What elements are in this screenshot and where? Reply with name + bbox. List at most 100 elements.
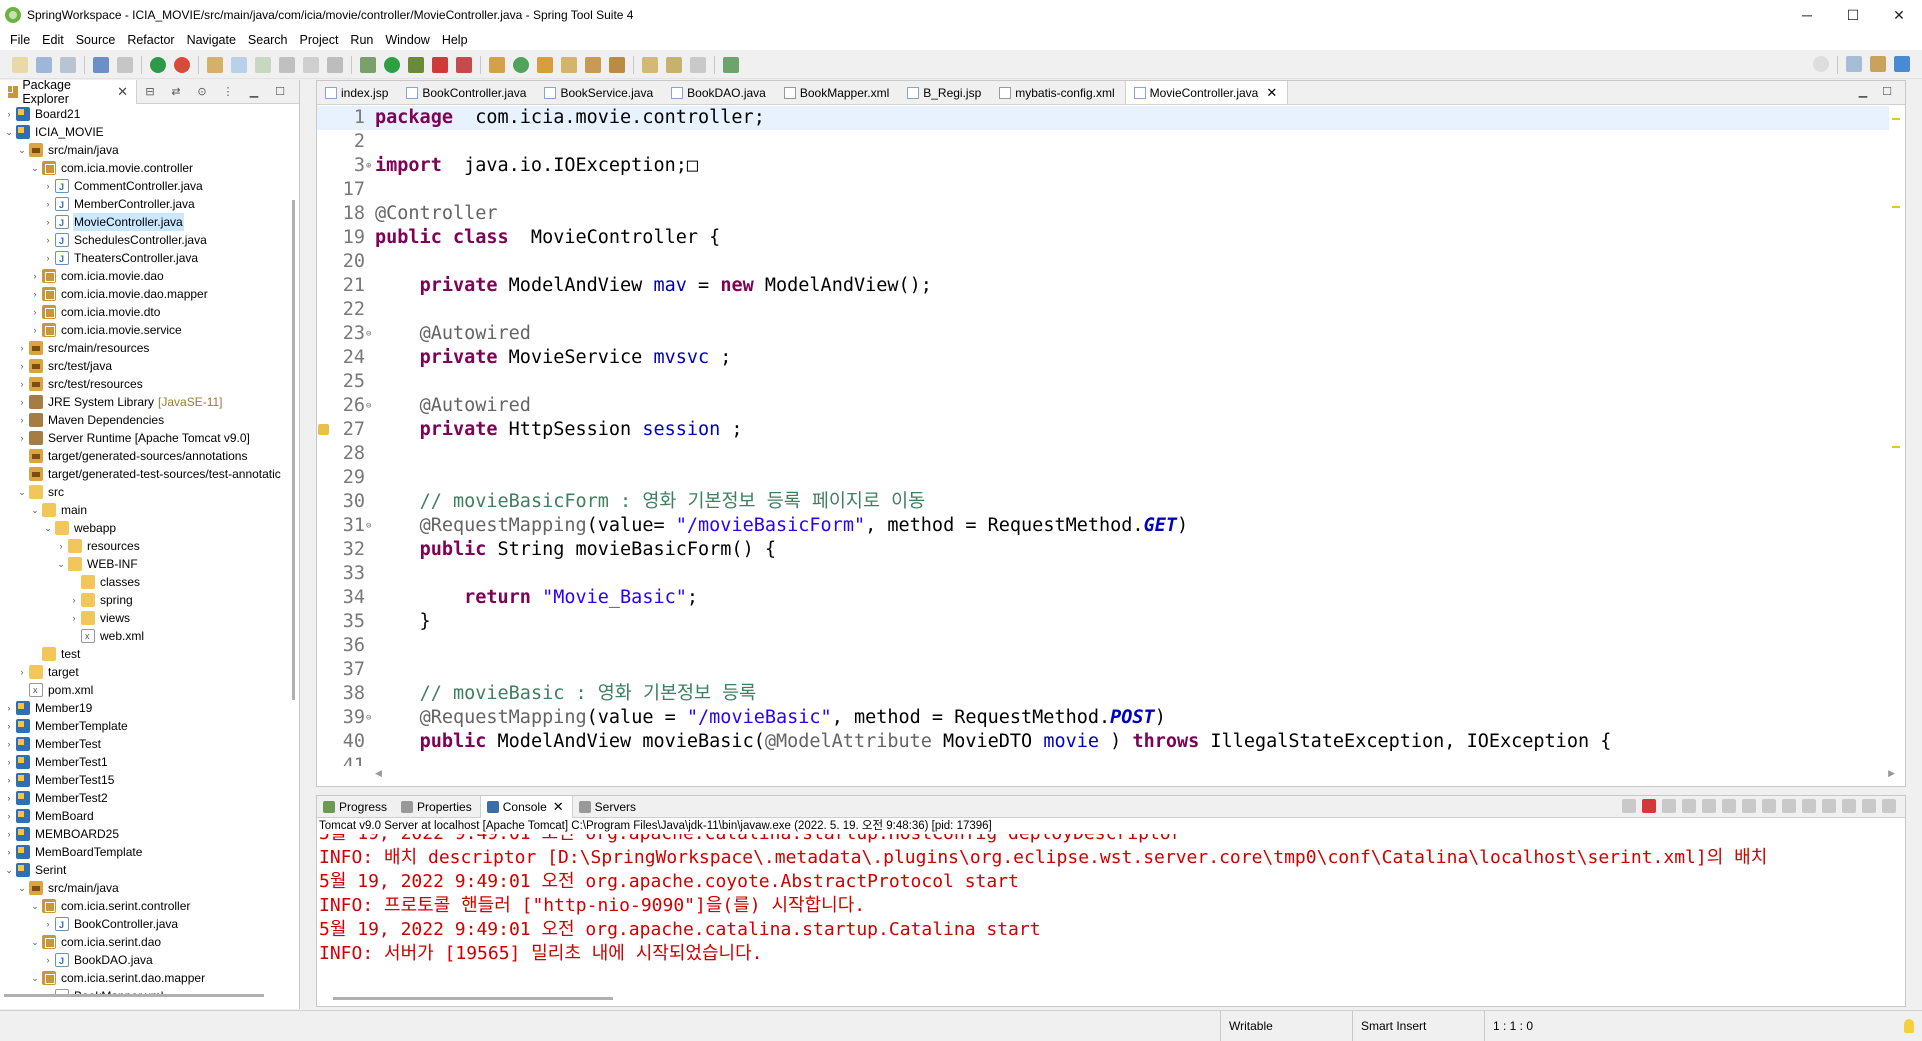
menu-search[interactable]: Search [242,33,294,47]
collapse-arrow-icon[interactable]: ⌄ [28,933,42,951]
terminate-icon[interactable] [1642,799,1656,813]
menu-project[interactable]: Project [294,33,345,47]
editor-tab[interactable]: BookService.java [536,81,663,104]
close-icon[interactable]: ✕ [117,84,128,100]
scroll-right-icon[interactable]: ▶ [1888,768,1895,779]
close-icon[interactable]: ✕ [1266,85,1277,101]
tree-item[interactable]: › MemberTemplate [0,717,298,735]
expand-arrow-icon[interactable]: › [41,951,55,969]
collapse-fold-icon[interactable]: ⊖ [366,322,371,346]
collapse-arrow-icon[interactable]: ⌄ [28,897,42,915]
expand-arrow-icon[interactable]: › [28,267,42,285]
editor-tab[interactable]: B_Regi.jsp [899,81,991,104]
forward-icon[interactable] [690,56,706,73]
package-explorer-horizontal-scrollbar[interactable] [4,994,264,997]
collapse-arrow-icon[interactable]: ⌄ [54,555,68,573]
open-console-dropdown-icon[interactable] [1802,799,1816,813]
skip-breakpoints-icon[interactable] [117,56,133,73]
menu-source[interactable]: Source [70,33,122,47]
collapse-arrow-icon[interactable]: ⌄ [15,483,29,501]
menu-navigate[interactable]: Navigate [181,33,242,47]
maximize-view-icon[interactable]: ☐ [272,85,288,99]
tree-item[interactable]: ⌄ src/main/java [0,879,298,897]
show-console-on-error-icon[interactable] [1782,799,1796,813]
tree-item[interactable]: › com.icia.movie.dto [0,303,298,321]
tree-item[interactable]: ⌄ webapp [0,519,298,537]
maximize-button[interactable]: ☐ [1830,0,1876,30]
expand-arrow-icon[interactable]: › [2,105,16,123]
collapse-arrow-icon[interactable]: ⌄ [28,969,42,987]
editor-tab[interactable]: index.jsp [317,81,398,104]
expand-arrow-icon[interactable]: › [15,339,29,357]
tab-package-explorer[interactable]: Package Explorer ✕ [0,80,137,106]
collapse-all-icon[interactable]: ⊟ [142,85,158,99]
expand-arrow-icon[interactable]: › [2,825,16,843]
collapse-arrow-icon[interactable]: ⌄ [2,123,16,141]
tree-item[interactable]: ⌄ src [0,483,298,501]
tree-item[interactable]: › MemberTest [0,735,298,753]
collapse-arrow-icon[interactable]: ⌄ [41,519,55,537]
editor-horizontal-scrollbar[interactable]: ◀ ▶ [375,768,1895,778]
collapse-arrow-icon[interactable]: ⌄ [15,141,29,159]
expand-arrow-icon[interactable]: › [2,699,16,717]
new-java-package-icon[interactable] [489,56,505,73]
open-type-icon[interactable] [537,56,553,73]
pin-editor-icon[interactable] [723,56,739,73]
new-icon[interactable] [12,56,28,73]
collapse-fold-icon[interactable]: ⊖ [366,394,371,418]
editor-tab[interactable]: BookDAO.java [663,81,776,104]
console-view-tab[interactable]: Progress [317,796,395,818]
expand-arrow-icon[interactable]: › [28,285,42,303]
tree-item[interactable]: › MemBoardTemplate [0,843,298,861]
overview-marker[interactable] [1892,206,1900,208]
pin-console-icon[interactable] [1622,799,1636,813]
open-console-icon[interactable] [93,56,109,73]
expand-arrow-icon[interactable]: › [41,177,55,195]
tree-item[interactable]: › Member19 [0,699,298,717]
editor-tab[interactable]: BookController.java [398,81,536,104]
expand-arrow-icon[interactable]: › [2,843,16,861]
expand-arrow-icon[interactable]: › [67,609,81,627]
remove-launch-icon[interactable] [1662,799,1676,813]
collapse-arrow-icon[interactable]: ⌄ [28,501,42,519]
tree-item[interactable]: › TheatersController.java [0,249,298,268]
search-icon[interactable] [1813,56,1829,72]
expand-fold-icon[interactable]: ⊕ [366,154,371,178]
tree-item[interactable]: › MovieController.java [0,213,298,232]
save-all-icon[interactable] [60,56,76,73]
tree-item[interactable]: › Server Runtime [Apache Tomcat v9.0] [0,429,298,447]
expand-arrow-icon[interactable]: › [15,357,29,375]
console-view-tab[interactable]: Servers [573,796,644,818]
tree-item[interactable]: ⌄ WEB-INF [0,555,298,573]
show-whitespace-icon[interactable] [279,56,295,73]
debug-icon[interactable] [360,56,376,73]
expand-arrow-icon[interactable]: › [2,789,16,807]
minimize-editor-icon[interactable]: ▁ [1855,85,1871,98]
word-wrap-icon[interactable] [1742,799,1756,813]
package-explorer-vertical-scrollbar[interactable] [292,200,295,700]
expand-arrow-icon[interactable]: › [2,753,16,771]
tree-item[interactable]: › BookDAO.java [0,951,298,970]
expand-arrow-icon[interactable]: › [54,537,68,555]
display-selected-console-icon[interactable] [1822,799,1836,813]
new-java-project-icon[interactable] [207,56,223,73]
open-perspective-icon[interactable] [1846,56,1862,72]
remove-all-icon[interactable] [1682,799,1696,813]
coverage-icon[interactable] [408,56,424,73]
scroll-left-icon[interactable]: ◀ [375,768,382,779]
expand-arrow-icon[interactable]: › [15,393,29,411]
save-icon[interactable] [36,56,52,73]
expand-arrow-icon[interactable]: › [15,429,29,447]
scroll-lock-icon[interactable] [1722,799,1736,813]
tree-item[interactable]: › views [0,609,298,627]
expand-arrow-icon[interactable]: › [2,735,16,753]
expand-arrow-icon[interactable]: › [41,249,55,267]
expand-arrow-icon[interactable]: › [67,591,81,609]
tree-item[interactable]: › com.icia.movie.dao.mapper [0,285,298,303]
clear-console-icon[interactable] [1702,799,1716,813]
close-window-button[interactable]: ✕ [1876,0,1922,30]
java-ee-perspective-icon[interactable] [1870,56,1886,72]
new-java-class-icon[interactable] [513,56,529,73]
tree-item[interactable]: › com.icia.movie.dao [0,267,298,285]
expand-arrow-icon[interactable]: › [41,195,55,213]
